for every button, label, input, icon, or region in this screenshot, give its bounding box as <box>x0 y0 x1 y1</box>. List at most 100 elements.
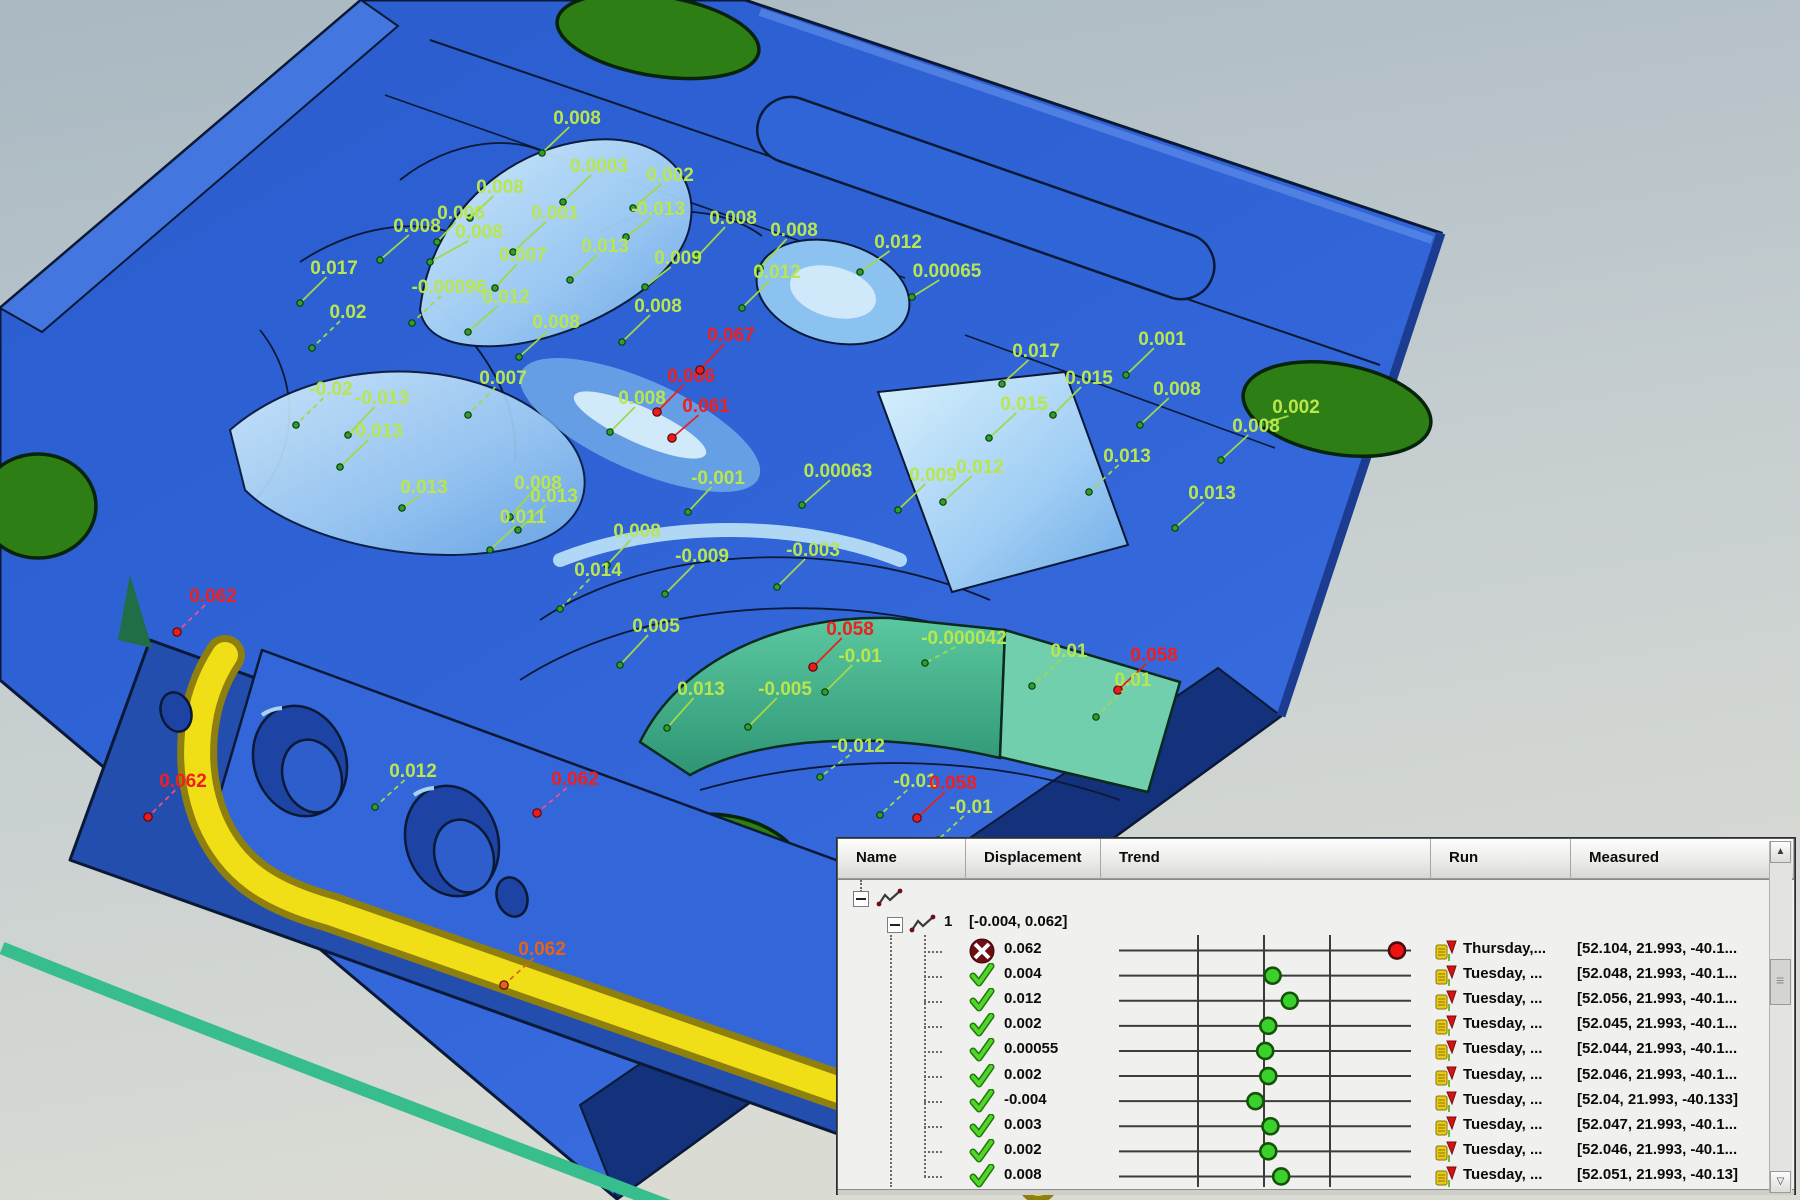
annotation-label[interactable]: -0.001 <box>691 468 745 489</box>
column-header-run[interactable]: Run <box>1431 839 1571 879</box>
annotation-label[interactable]: 0.015 <box>1000 394 1048 415</box>
annotation-label[interactable]: 0.008 <box>1153 379 1201 400</box>
annotation-label[interactable]: -0.02 <box>309 379 352 400</box>
column-header-measured[interactable]: Measured <box>1571 839 1794 879</box>
annotation-label[interactable]: 0.013 <box>530 486 578 507</box>
tree-root-row[interactable] <box>838 886 1772 911</box>
annotation-label[interactable]: 0.067 <box>707 325 755 346</box>
annotation-label[interactable]: -0.012 <box>831 736 885 757</box>
table-row[interactable]: 0.002Tuesday, ...[52.045, 21.993, -40.1.… <box>838 1013 1772 1038</box>
annotation-label[interactable]: 0.005 <box>632 616 680 637</box>
displacement-value: -0.004 <box>1004 1091 1047 1108</box>
scroll-down-button[interactable]: ▽ <box>1770 1171 1791 1193</box>
scroll-up-button[interactable]: ▲ <box>1770 841 1791 863</box>
annotation-label[interactable]: -0.013 <box>349 421 403 442</box>
annotation-label[interactable]: 0.014 <box>574 560 622 581</box>
annotation-label[interactable]: 0.013 <box>1188 483 1236 504</box>
annotation-label[interactable]: 0.008 <box>455 222 503 243</box>
tree-group-row[interactable]: 1 [-0.004, 0.062] <box>838 912 1772 937</box>
collapse-icon[interactable] <box>887 917 903 933</box>
annotation-label[interactable]: 0.058 <box>929 773 977 794</box>
table-row[interactable]: 0.002Tuesday, ...[52.046, 21.993, -40.1.… <box>838 1064 1772 1089</box>
table-row[interactable]: 0.012Tuesday, ...[52.056, 21.993, -40.1.… <box>838 988 1772 1013</box>
column-header-name[interactable]: Name <box>838 839 966 879</box>
annotation-label[interactable]: 0.009 <box>909 465 957 486</box>
annotation-label[interactable]: -0.000042 <box>921 628 1007 649</box>
column-header-displacement[interactable]: Displacement <box>966 839 1101 879</box>
annotation-label[interactable]: 0.012 <box>874 232 922 253</box>
annotation-label[interactable]: 0.017 <box>1012 341 1060 362</box>
displacement-value: 0.062 <box>1004 940 1042 957</box>
annotation-label[interactable]: 0.007 <box>479 368 527 389</box>
run-date: Tuesday, ... <box>1463 1066 1542 1083</box>
annotation-label[interactable]: -0.00096 <box>411 277 486 298</box>
annotation-label[interactable]: 0.066 <box>667 366 715 387</box>
annotation-label[interactable]: 0.008 <box>618 388 666 409</box>
annotation-label[interactable]: 0.062 <box>551 769 599 790</box>
annotation-label[interactable]: 0.008 <box>476 177 524 198</box>
displacement-value: 0.002 <box>1004 1141 1042 1158</box>
annotation-label[interactable]: -0.013 <box>631 199 685 220</box>
table-row[interactable]: 0.004Tuesday, ...[52.048, 21.993, -40.1.… <box>838 963 1772 988</box>
annotation-label[interactable]: 0.002 <box>1272 397 1320 418</box>
annotation-label[interactable]: 0.009 <box>654 248 702 269</box>
annotation-label[interactable]: 0.006 <box>437 203 485 224</box>
annotation-label[interactable]: 0.013 <box>1103 446 1151 467</box>
annotation-label[interactable]: 0.001 <box>1138 329 1186 350</box>
annotation-label[interactable]: 0.008 <box>553 108 601 129</box>
measured-value: [52.044, 21.993, -40.1... <box>1577 1040 1767 1057</box>
annotation-label[interactable]: 0.008 <box>709 208 757 229</box>
annotation-label[interactable]: 0.013 <box>400 477 448 498</box>
annotation-label[interactable]: -0.009 <box>675 546 729 567</box>
scroll-thumb[interactable] <box>1770 959 1791 1005</box>
annotation-label[interactable]: 0.013 <box>677 679 725 700</box>
annotation-label[interactable]: 0.012 <box>753 262 801 283</box>
annotation-label[interactable]: 0.008 <box>634 296 682 317</box>
table-row[interactable]: -0.004Tuesday, ...[52.04, 21.993, -40.13… <box>838 1089 1772 1114</box>
annotation-label[interactable]: 0.008 <box>393 216 441 237</box>
annotation-label[interactable]: 0.008 <box>532 312 580 333</box>
annotation-label[interactable]: -0.01 <box>949 797 993 818</box>
table-row[interactable]: 0.062Thursday,...[52.104, 21.993, -40.1.… <box>838 938 1772 963</box>
pass-icon <box>969 1139 995 1167</box>
annotation-label[interactable]: 0.01 <box>1115 670 1152 691</box>
annotation-label[interactable]: 0.015 <box>1065 368 1113 389</box>
annotation-label[interactable]: 0.02 <box>330 302 367 323</box>
annotation-label[interactable]: 0.012 <box>389 761 437 782</box>
annotation-label[interactable]: 0.008 <box>770 220 818 241</box>
annotation-label[interactable]: 0.01 <box>1051 641 1088 662</box>
table-row[interactable]: 0.003Tuesday, ...[52.047, 21.993, -40.1.… <box>838 1114 1772 1139</box>
table-row[interactable]: 0.002Tuesday, ...[52.046, 21.993, -40.1.… <box>838 1139 1772 1164</box>
annotation-label[interactable]: 0.058 <box>826 619 874 640</box>
annotation-label[interactable]: 0.058 <box>1130 645 1178 666</box>
table-row[interactable]: 0.00055Tuesday, ...[52.044, 21.993, -40.… <box>838 1038 1772 1063</box>
annotation-label[interactable]: 0.061 <box>682 396 730 417</box>
annotation-label[interactable]: 0.062 <box>189 586 237 607</box>
annotation-label[interactable]: 0.007 <box>499 245 547 266</box>
table-row[interactable]: 0.008Tuesday, ...[52.051, 21.993, -40.13… <box>838 1164 1772 1189</box>
annotation-label[interactable]: 0.001 <box>531 203 579 224</box>
annotation-label[interactable]: 0.062 <box>159 771 207 792</box>
column-header-trend[interactable]: Trend <box>1101 839 1431 879</box>
annotation-label[interactable]: 0.011 <box>500 507 547 528</box>
displacement-value: 0.008 <box>1004 1166 1042 1183</box>
annotation-label[interactable]: -0.01 <box>838 646 882 667</box>
annotation-label[interactable]: 0.008 <box>1232 416 1280 437</box>
annotation-label[interactable]: 0.00063 <box>804 461 873 482</box>
collapse-icon[interactable] <box>853 891 869 907</box>
annotation-label[interactable]: -0.013 <box>355 388 409 409</box>
annotation-label[interactable]: 0.0003 <box>570 156 628 177</box>
annotation-label[interactable]: 0.008 <box>613 521 661 542</box>
vertical-scrollbar[interactable]: ▲ ▽ <box>1769 841 1792 1193</box>
annotation-label[interactable]: 0.012 <box>482 287 530 308</box>
annotation-label[interactable]: 0.062 <box>518 939 566 960</box>
annotation-label[interactable]: 0.013 <box>581 236 629 257</box>
annotation-label[interactable]: 0.002 <box>646 165 694 186</box>
pass-icon <box>969 1064 995 1092</box>
annotation-label[interactable]: 0.017 <box>310 258 358 279</box>
annotation-label[interactable]: 0.00065 <box>913 261 982 282</box>
run-date: Tuesday, ... <box>1463 990 1542 1007</box>
annotation-label[interactable]: -0.005 <box>758 679 812 700</box>
annotation-label[interactable]: 0.012 <box>956 457 1004 478</box>
annotation-label[interactable]: -0.003 <box>786 540 840 561</box>
